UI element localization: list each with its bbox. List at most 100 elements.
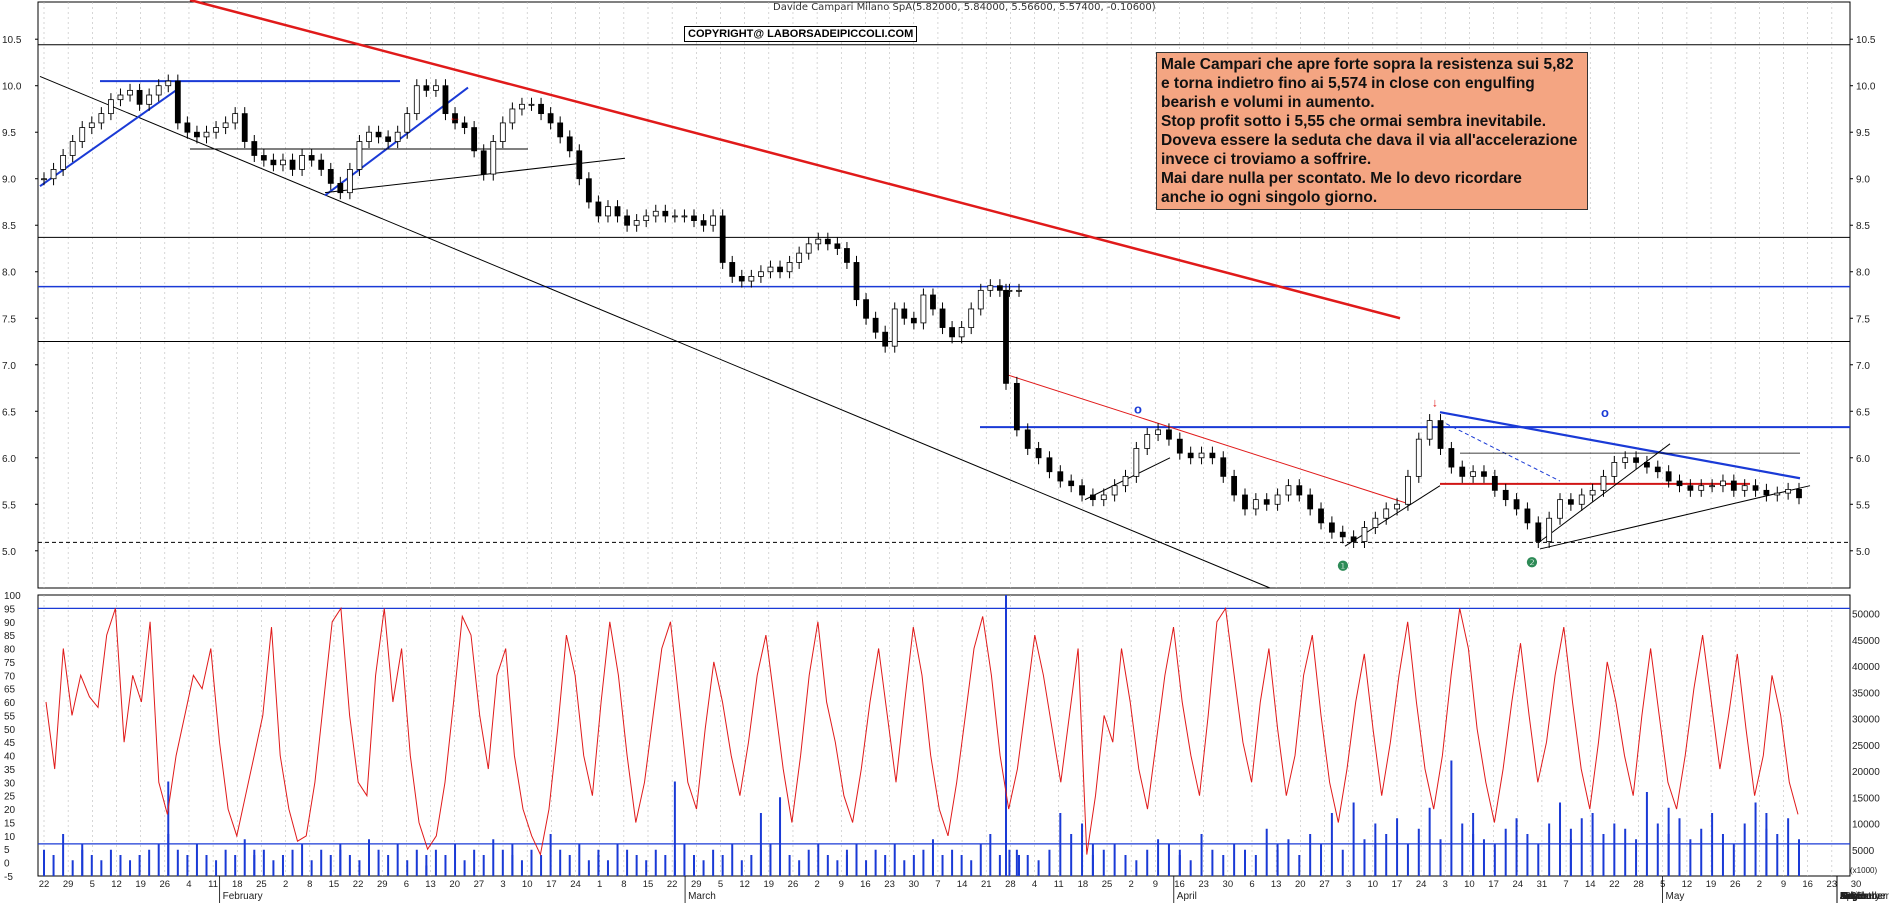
candle-body: [1698, 485, 1705, 491]
osc-tick-left: 45: [4, 738, 16, 749]
day-tick-label: 13: [1271, 879, 1282, 890]
candle-body: [117, 94, 124, 101]
candle-body: [1209, 452, 1216, 459]
volume-tick-right: 25000: [1852, 741, 1880, 752]
price-tick-right: 6.5: [1856, 407, 1870, 418]
day-tick-label: 17: [1488, 879, 1499, 890]
candle-body: [1448, 448, 1455, 468]
candle-body: [643, 215, 650, 221]
candle-body: [404, 113, 411, 133]
price-tick-left: 10.5: [2, 35, 22, 46]
volume-unit-label: (x1000): [1850, 866, 1877, 875]
candle-body: [1285, 485, 1292, 496]
price-tick-right: 9.0: [1856, 175, 1870, 186]
candle-body: [375, 131, 382, 138]
candle-body: [98, 113, 105, 124]
candle-body: [1491, 475, 1498, 491]
day-tick-label: 10: [522, 879, 533, 890]
osc-tick-left: 10: [4, 832, 16, 843]
price-tick-left: 7.0: [2, 361, 16, 372]
candle-body: [346, 169, 353, 194]
day-tick-label: 1: [597, 879, 602, 890]
day-tick-label: 20: [449, 879, 460, 890]
candle-body: [853, 262, 860, 301]
month-label: February: [223, 891, 263, 902]
price-tick-left: 10.0: [2, 82, 22, 93]
price-tick-right: 7.0: [1856, 361, 1870, 372]
osc-tick-left: 70: [4, 671, 16, 682]
osc-tick-left: 75: [4, 658, 16, 669]
osc-tick-left: 60: [4, 698, 16, 709]
candle-body: [1296, 485, 1303, 496]
candle-body: [834, 243, 841, 249]
price-tick-left: 9.0: [2, 175, 16, 186]
day-tick-label: 22: [353, 879, 364, 890]
pattern-marker: ❶: [1337, 559, 1349, 574]
day-tick-label: 7: [935, 879, 940, 890]
day-tick-label: 30: [908, 879, 919, 890]
candle-body: [260, 155, 267, 161]
candle-body: [777, 266, 783, 273]
volume-tick-right: 40000: [1852, 662, 1880, 673]
price-tick-left: 6.0: [2, 454, 16, 465]
candle-body: [595, 201, 602, 217]
candle-body: [413, 85, 420, 115]
candle-body: [557, 122, 564, 138]
price-tick-right: 10.0: [1856, 82, 1876, 93]
candle-body: [1535, 522, 1542, 542]
day-tick-label: 8: [621, 879, 626, 890]
day-tick-label: 2: [814, 879, 819, 890]
annotation-note: Male Campari che apre forte sopra la res…: [1156, 52, 1588, 210]
candle-body: [1687, 485, 1694, 491]
day-tick-label: 16: [1802, 879, 1813, 890]
candle-body: [1383, 508, 1390, 519]
candle-body: [1665, 471, 1672, 482]
candle-body: [490, 141, 497, 175]
candle-body: [1394, 503, 1400, 510]
day-tick-label: 20: [1295, 879, 1306, 890]
candle-body: [480, 150, 487, 175]
day-tick-label: 22: [1609, 879, 1620, 890]
pattern-marker: o: [1134, 401, 1142, 416]
volume-tick-right: 35000: [1852, 688, 1880, 699]
day-tick-label: 10: [1464, 879, 1475, 890]
month-label: May: [1666, 891, 1685, 902]
day-tick-label: 5: [90, 879, 95, 890]
day-tick-label: 25: [256, 879, 267, 890]
day-tick-label: 7: [1563, 879, 1568, 890]
day-tick-label: 24: [1416, 879, 1427, 890]
candle-body: [327, 169, 334, 184]
candle-body: [566, 136, 573, 152]
candle-body: [232, 113, 239, 124]
day-tick-label: 13: [425, 879, 436, 890]
day-tick-label: 3: [1346, 879, 1351, 890]
candle-body: [662, 210, 669, 217]
day-tick-label: 23: [884, 879, 895, 890]
candle-body: [194, 131, 200, 138]
candle-body: [805, 243, 812, 254]
candle-body: [337, 182, 344, 194]
candle-body: [910, 317, 917, 324]
candle-body: [585, 178, 592, 203]
candle-body: [796, 252, 803, 263]
candle-body: [69, 141, 76, 156]
price-tick-left: 5.5: [2, 500, 16, 511]
candle-body: [1774, 492, 1781, 496]
candle-body: [1220, 457, 1227, 477]
copyright-label: COPYRIGHT@ LABORSADEIPICCOLI.COM: [684, 26, 918, 42]
candle-body: [996, 285, 1003, 291]
candle-body: [280, 159, 286, 166]
candle-body: [50, 169, 57, 180]
candle-body: [1644, 462, 1650, 468]
day-tick-label: 15: [643, 879, 654, 890]
day-tick-label: 18: [232, 879, 243, 890]
candle-body: [1557, 499, 1563, 519]
pattern-marker: ❷: [1526, 555, 1538, 570]
candle-body: [146, 94, 153, 105]
candle-body: [738, 275, 745, 282]
candle-body: [270, 159, 277, 166]
month-label: March: [688, 891, 716, 902]
candle-body: [1589, 489, 1596, 496]
candle-body: [1567, 499, 1574, 505]
day-tick-label: 2: [1757, 879, 1762, 890]
